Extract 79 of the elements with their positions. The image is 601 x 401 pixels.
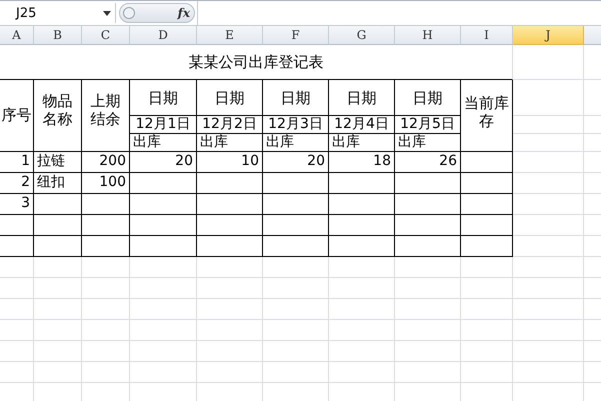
- date-cell: 12月2日: [197, 116, 263, 134]
- table-cell: [130, 236, 197, 257]
- table-cell: [329, 214, 395, 236]
- table-cell: [329, 194, 395, 215]
- table-cell: 1: [0, 152, 34, 173]
- sheet-title: 某某公司出库登记表: [0, 45, 513, 80]
- date-cell: 12月3日: [263, 116, 329, 134]
- column-header[interactable]: F: [263, 26, 329, 45]
- table-cell: [82, 236, 130, 257]
- table-header-cell: 出库: [263, 134, 329, 152]
- table-cell: [34, 214, 82, 236]
- table-cell: [263, 172, 329, 194]
- table-cell: [130, 194, 197, 215]
- table-cell: 26: [395, 152, 461, 173]
- name-box[interactable]: J25: [0, 3, 116, 23]
- table-header-cell: 当前库存: [461, 80, 513, 152]
- table-cell: [130, 172, 197, 194]
- table-cell: [329, 236, 395, 257]
- column-header[interactable]: J: [513, 26, 584, 45]
- dropdown-caret-icon[interactable]: [103, 10, 111, 16]
- date-cell: 12月5日: [395, 116, 461, 134]
- table-header-cell: 序号: [0, 80, 34, 152]
- table-cell: [263, 214, 329, 236]
- table-header-cell: 出库: [130, 134, 197, 152]
- table-cell: 100: [82, 172, 130, 194]
- insert-function-button[interactable]: fx: [178, 6, 190, 20]
- table-cell: [395, 236, 461, 257]
- date-cell: 12月4日: [329, 116, 395, 134]
- table-cell: [197, 172, 263, 194]
- table-header-cell: 日期: [130, 80, 197, 116]
- column-header[interactable]: G: [329, 26, 395, 45]
- table-cell: [82, 214, 130, 236]
- table-cell: 20: [263, 152, 329, 173]
- table-cell: 2: [0, 172, 34, 194]
- table-header-cell: 出库: [395, 134, 461, 152]
- table-header-cell: 出库: [197, 134, 263, 152]
- table-cell: [395, 194, 461, 215]
- table-cell: [34, 236, 82, 257]
- column-header[interactable]: H: [395, 26, 461, 45]
- table-cell: [461, 214, 513, 236]
- table-header-cell: 物品名称: [34, 80, 82, 152]
- table-cell: 20: [130, 152, 197, 173]
- table-cell: [197, 194, 263, 215]
- table-cell: [395, 214, 461, 236]
- table-cell: [263, 194, 329, 215]
- column-header[interactable]: I: [461, 26, 513, 45]
- table-cell: 3: [0, 194, 34, 215]
- table-header-cell: 出库: [329, 134, 395, 152]
- table-cell: 10: [197, 152, 263, 173]
- table-cell: [197, 236, 263, 257]
- column-header[interactable]: B: [34, 26, 82, 45]
- table-cell: [34, 194, 82, 215]
- table-cell: 200: [82, 152, 130, 173]
- table-cell: [197, 214, 263, 236]
- table-header-cell: 日期: [329, 80, 395, 116]
- column-header[interactable]: C: [82, 26, 130, 45]
- table-cell: [461, 194, 513, 215]
- table-cell: [0, 214, 34, 236]
- table-cell: [130, 214, 197, 236]
- table-cell: [395, 172, 461, 194]
- circle-icon: [123, 7, 135, 19]
- table-cell: 拉链: [34, 152, 82, 173]
- table-cell: 纽扣: [34, 172, 82, 194]
- date-cell: 12月1日: [130, 116, 197, 134]
- table-cell: [82, 194, 130, 215]
- table-header-cell: 上期结余: [82, 80, 130, 152]
- table-header-cell: 日期: [395, 80, 461, 116]
- table-header-cell: 日期: [263, 80, 329, 116]
- table-cell: [0, 236, 34, 257]
- table-cell: [461, 236, 513, 257]
- column-header[interactable]: D: [130, 26, 197, 45]
- table-cell: [461, 172, 513, 194]
- table-cell: [263, 236, 329, 257]
- column-header[interactable]: A: [0, 26, 34, 45]
- table-cell: [329, 172, 395, 194]
- table-cell: [461, 152, 513, 173]
- column-header[interactable]: E: [197, 26, 263, 45]
- table-header-cell: 日期: [197, 80, 263, 116]
- table-cell: 18: [329, 152, 395, 173]
